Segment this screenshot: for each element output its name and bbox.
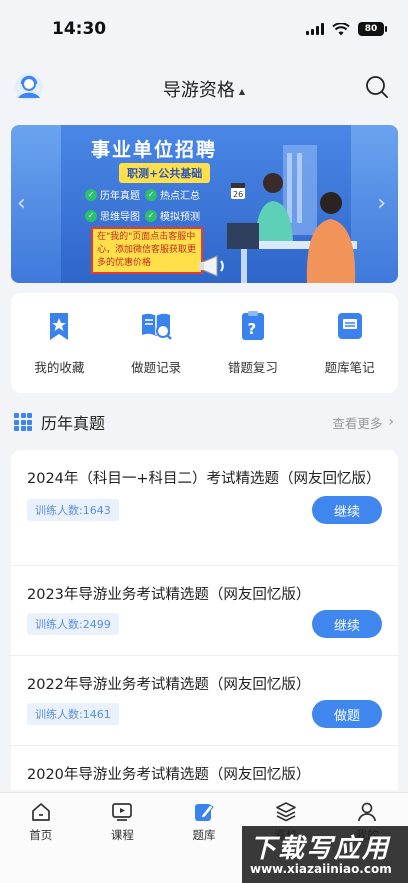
item-meta: 训练人数:1643 继续: [27, 496, 382, 524]
status-icons: 80: [306, 22, 387, 36]
view-more-link[interactable]: 查看更多 ›: [332, 413, 394, 432]
banner-feature: ✓ 历年真题: [85, 187, 140, 202]
wrong-review-icon: ?: [241, 311, 264, 340]
materials-icon: [275, 802, 296, 822]
action-label: 做题记录: [131, 360, 182, 375]
banner-title: 事业单位招聘: [91, 139, 218, 161]
tab-question-bank[interactable]: 题库: [163, 793, 245, 883]
watermark-text: 下载写应用: [250, 834, 391, 864]
list-item[interactable]: 2024年（科目一+科目二）考试精选题（网友回忆版） 训练人数:1643 继续: [11, 450, 398, 566]
calendar-day: 26: [233, 190, 243, 199]
status-bar: 14:30 80: [0, 0, 408, 58]
record-icon: [142, 313, 173, 340]
profile-icon: [358, 802, 377, 822]
action-label: 我的收藏: [34, 360, 85, 375]
list-item[interactable]: 2020年导游业务考试精选题（网友回忆版）: [11, 746, 398, 790]
trainee-count-badge: 训练人数:1643: [27, 499, 119, 521]
page-title: 导游资格: [162, 80, 235, 101]
tab-home[interactable]: 首页: [0, 793, 82, 883]
check-icon: ✓: [85, 188, 97, 201]
paper-title: 2024年（科目一+科目二）考试精选题（网友回忆版）: [27, 471, 381, 487]
check-icon: ✓: [85, 209, 97, 222]
app-header: 导游资格 ▲: [0, 66, 408, 112]
status-time: 14:30: [52, 19, 107, 39]
continue-button[interactable]: 继续: [312, 610, 382, 638]
question-bank-icon: [194, 804, 214, 821]
action-label: 题库笔记: [324, 360, 375, 375]
caret-down-icon: ▲: [238, 86, 246, 96]
banner-feature: ✓ 热点汇总: [145, 187, 200, 202]
tab-label: 课程: [110, 828, 134, 842]
start-button[interactable]: 做题: [312, 700, 382, 728]
banner-illustration: 26: [227, 145, 357, 283]
signal-icon: [306, 23, 324, 35]
tab-course[interactable]: 课程: [82, 793, 164, 883]
check-icon: ✓: [145, 209, 157, 222]
action-notes[interactable]: 题库笔记: [301, 293, 398, 393]
banner-next-icon[interactable]: ›: [377, 191, 386, 216]
watermark: 下载写应用 www.xiazaiiniao.com: [242, 826, 408, 883]
svg-text:?: ?: [247, 320, 256, 338]
watermark-url: www.xiazaiiniao.com: [250, 862, 392, 876]
action-label: 错题复习: [227, 360, 278, 375]
section-header: 历年真题 查看更多 ›: [0, 404, 408, 440]
trainee-count-badge: 训练人数:1461: [27, 703, 119, 725]
check-icon: ✓: [145, 188, 157, 201]
tab-label: 题库: [192, 828, 216, 842]
banner-subtitle: 职测+公共基础: [119, 163, 211, 183]
action-wrong-review[interactable]: ? 错题复习: [205, 293, 302, 393]
item-meta: 训练人数:1461 做题: [27, 700, 382, 728]
action-favorites[interactable]: 我的收藏: [11, 293, 108, 393]
notes-icon: [337, 313, 362, 339]
promo-banner[interactable]: 事业单位招聘 职测+公共基础 ✓ 历年真题 ✓ 热点汇总 ✓ 思维导图 ✓ 模拟预测 在…: [11, 125, 398, 283]
action-record[interactable]: 做题记录: [108, 293, 205, 393]
paper-title: 2020年导游业务考试精选题（网友回忆版）: [27, 767, 311, 783]
continue-button[interactable]: 继续: [312, 496, 382, 524]
banner-prev-icon[interactable]: ‹: [17, 191, 26, 216]
trainee-count-badge: 训练人数:2499: [27, 613, 119, 635]
chevron-right-icon: ›: [388, 414, 394, 430]
banner-feature: ✓ 思维导图: [85, 208, 140, 223]
view-more-label: 查看更多: [332, 415, 383, 431]
grid-icon: [14, 413, 32, 431]
wifi-icon: [332, 22, 350, 35]
paper-title: 2023年导游业务考试精选题（网友回忆版）: [27, 587, 311, 603]
tab-label: 首页: [29, 828, 53, 842]
list-item[interactable]: 2023年导游业务考试精选题（网友回忆版） 训练人数:2499 继续: [11, 566, 398, 656]
subject-selector[interactable]: 导游资格 ▲: [163, 76, 245, 102]
favorites-icon: [50, 313, 69, 340]
course-icon: [112, 803, 133, 821]
section-title: 历年真题: [41, 414, 106, 433]
paper-list: 2024年（科目一+科目二）考试精选题（网友回忆版） 训练人数:1643 继续 …: [11, 450, 398, 790]
item-meta: 训练人数:2499 继续: [27, 610, 382, 638]
battery-icon: 80: [358, 22, 387, 36]
quick-actions: 我的收藏 做题记录 ? 错题复习 题库笔记: [11, 293, 398, 393]
banner-note: 在"我的"页面点击客服中心，添加微信客服获取更多的优惠价格: [91, 227, 203, 274]
banner-feature: ✓ 模拟预测: [145, 208, 200, 223]
home-icon: [31, 803, 50, 821]
search-icon[interactable]: [364, 74, 390, 100]
paper-title: 2022年导游业务考试精选题（网友回忆版）: [27, 677, 311, 693]
avatar-icon[interactable]: [14, 72, 44, 102]
list-item[interactable]: 2022年导游业务考试精选题（网友回忆版） 训练人数:1461 做题: [11, 656, 398, 746]
